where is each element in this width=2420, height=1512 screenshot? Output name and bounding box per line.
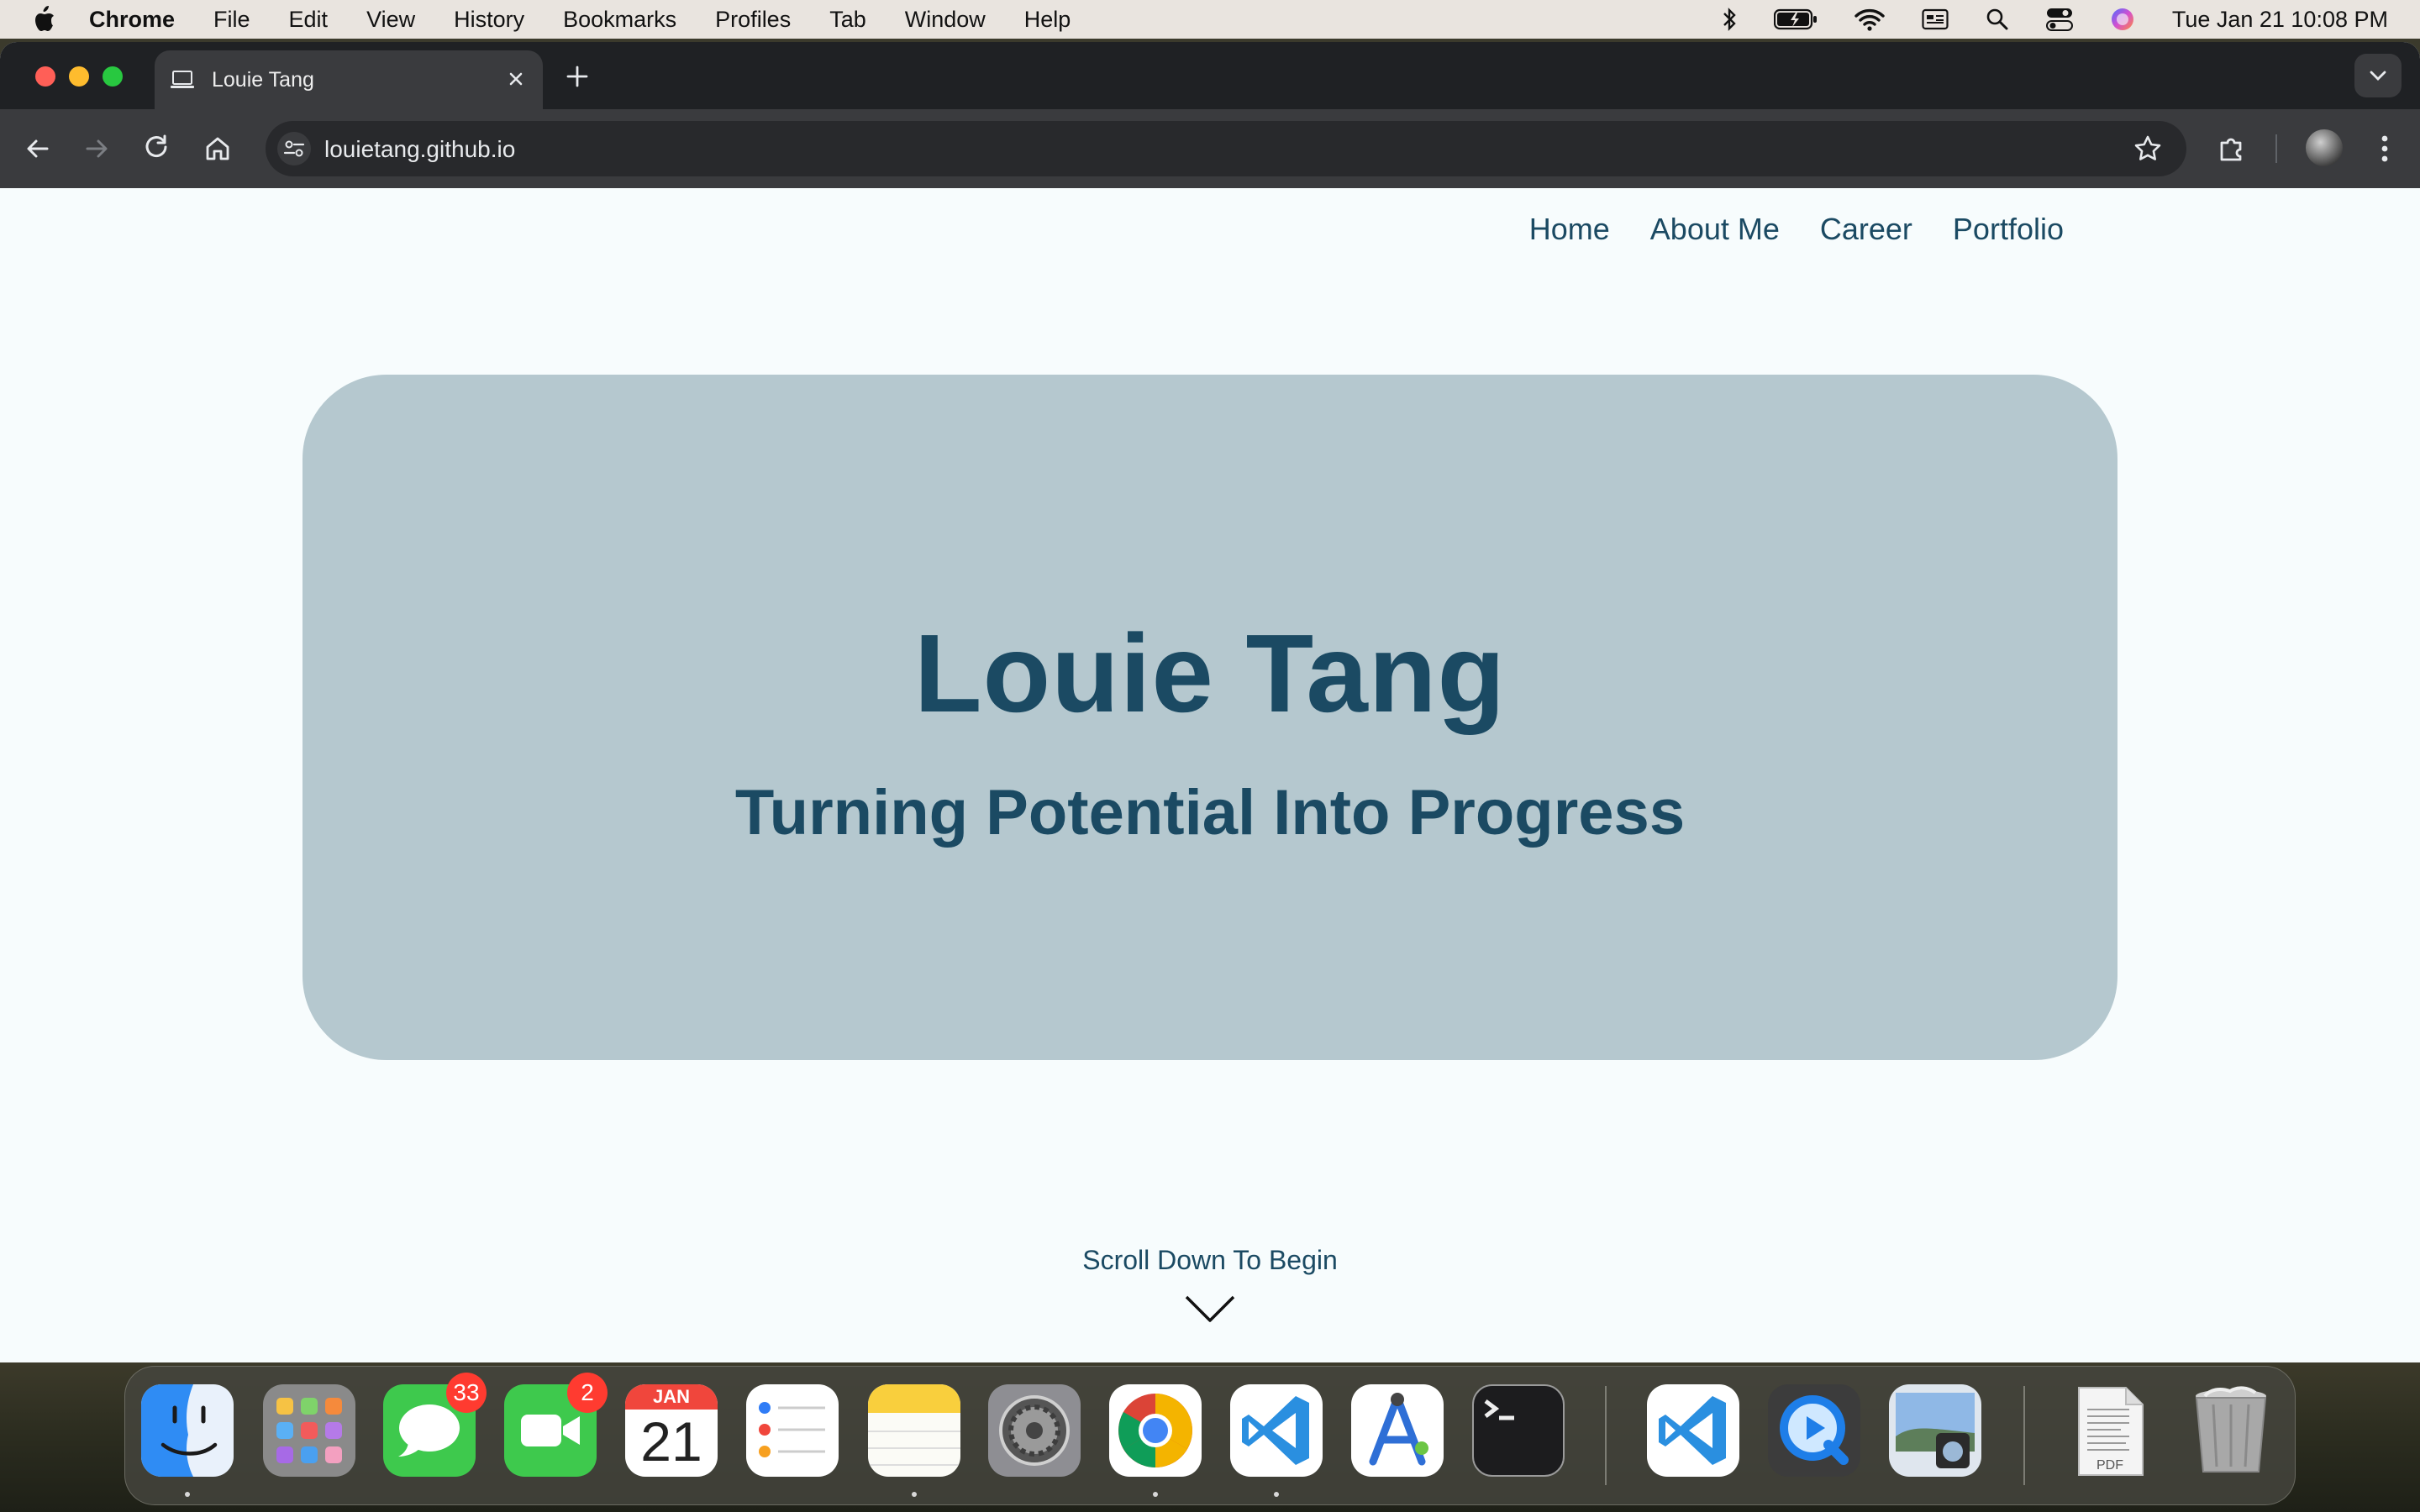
close-window-button[interactable] bbox=[35, 66, 55, 87]
nav-portfolio[interactable]: Portfolio bbox=[1953, 212, 2064, 247]
web-page: Home About Me Career Portfolio Louie Tan… bbox=[0, 188, 2420, 1362]
chevron-down-icon bbox=[2370, 71, 2386, 81]
pdf-document-icon[interactable]: PDF bbox=[2064, 1384, 2156, 1477]
minimize-window-button[interactable] bbox=[69, 66, 89, 87]
quicktime-icon[interactable] bbox=[1768, 1384, 1860, 1477]
menu-history[interactable]: History bbox=[454, 7, 524, 33]
nav-about-me[interactable]: About Me bbox=[1650, 212, 1780, 247]
display-icon[interactable] bbox=[1922, 8, 1949, 30]
back-arrow-icon[interactable] bbox=[22, 133, 54, 165]
address-bar[interactable]: louietang.github.io bbox=[266, 121, 2186, 176]
apple-menu-icon[interactable] bbox=[32, 5, 55, 34]
extensions-puzzle-icon[interactable] bbox=[2215, 133, 2247, 165]
terminal-icon[interactable] bbox=[1472, 1384, 1565, 1477]
laptop-favicon-icon bbox=[171, 71, 194, 88]
home-icon[interactable] bbox=[202, 133, 234, 165]
menubar-clock[interactable]: Tue Jan 21 10:08 PM bbox=[2172, 7, 2388, 33]
notes-icon[interactable] bbox=[868, 1384, 960, 1477]
reminders-icon[interactable] bbox=[746, 1384, 839, 1477]
wifi-icon[interactable] bbox=[1854, 8, 1885, 31]
hero-title: Louie Tang bbox=[913, 612, 1507, 735]
calendar-icon[interactable]: JAN 21 bbox=[625, 1384, 718, 1477]
system-settings-icon[interactable] bbox=[988, 1384, 1081, 1477]
pdf-label: PDF bbox=[2096, 1458, 2123, 1473]
tab-strip: Louie Tang bbox=[0, 42, 2420, 109]
running-indicator bbox=[185, 1492, 190, 1497]
tab-title: Louie Tang bbox=[212, 67, 314, 92]
hero-subtitle: Turning Potential Into Progress bbox=[734, 777, 1686, 848]
close-tab-icon[interactable] bbox=[504, 67, 528, 91]
menu-profiles[interactable]: Profiles bbox=[715, 7, 791, 33]
control-center-icon[interactable] bbox=[2045, 8, 2073, 31]
url-text[interactable]: louietang.github.io bbox=[324, 136, 515, 163]
calendar-day: 21 bbox=[640, 1410, 702, 1473]
browser-window: Louie Tang louietang.github.io Home Abou… bbox=[0, 42, 2420, 1362]
menu-bookmarks[interactable]: Bookmarks bbox=[563, 7, 676, 33]
instruments-icon[interactable] bbox=[1351, 1384, 1444, 1477]
dock-divider bbox=[1605, 1386, 1607, 1485]
macos-menu-bar: Chrome File Edit View History Bookmarks … bbox=[0, 0, 2420, 39]
site-nav: Home About Me Career Portfolio bbox=[1489, 212, 2064, 247]
profile-avatar[interactable] bbox=[2306, 129, 2343, 166]
chrome-app-icon[interactable] bbox=[1109, 1384, 1202, 1477]
facetime-badge: 2 bbox=[567, 1373, 608, 1413]
menu-window[interactable]: Window bbox=[905, 7, 986, 33]
nav-home[interactable]: Home bbox=[1529, 212, 1610, 247]
menubar-status-area: Tue Jan 21 10:08 PM bbox=[1685, 0, 2388, 39]
running-indicator bbox=[912, 1492, 917, 1497]
forward-arrow-icon[interactable] bbox=[81, 133, 113, 165]
menu-help[interactable]: Help bbox=[1024, 7, 1071, 33]
bookmark-star-icon[interactable] bbox=[2133, 134, 2163, 164]
dock-divider bbox=[2023, 1386, 2025, 1485]
chrome-menu-icon[interactable] bbox=[2371, 133, 2398, 165]
browser-toolbar: louietang.github.io bbox=[0, 109, 2420, 188]
reload-icon[interactable] bbox=[141, 133, 173, 165]
battery-icon[interactable] bbox=[1773, 8, 1818, 30]
menu-edit[interactable]: Edit bbox=[289, 7, 329, 33]
site-info-icon[interactable] bbox=[277, 132, 311, 165]
menu-view[interactable]: View bbox=[366, 7, 415, 33]
new-tab-icon[interactable] bbox=[563, 62, 592, 91]
spotlight-icon[interactable] bbox=[1986, 8, 2009, 31]
menu-tab[interactable]: Tab bbox=[829, 7, 866, 33]
menu-file[interactable]: File bbox=[213, 7, 250, 33]
vscode-recent-icon[interactable] bbox=[1647, 1384, 1739, 1477]
vscode-icon[interactable] bbox=[1230, 1384, 1323, 1477]
scroll-down-label[interactable]: Scroll Down To Begin bbox=[0, 1245, 2420, 1276]
trash-icon[interactable] bbox=[2185, 1384, 2277, 1477]
tab-search-button[interactable] bbox=[2354, 54, 2402, 97]
running-indicator bbox=[1153, 1492, 1158, 1497]
menu-app-chrome[interactable]: Chrome bbox=[89, 7, 175, 33]
zoom-window-button[interactable] bbox=[103, 66, 123, 87]
bluetooth-icon[interactable] bbox=[1722, 7, 1737, 32]
calendar-month: JAN bbox=[652, 1386, 690, 1407]
siri-icon[interactable] bbox=[2110, 7, 2135, 32]
hero-card: Louie Tang Turning Potential Into Progre… bbox=[302, 375, 2118, 1060]
preview-icon[interactable] bbox=[1889, 1384, 1981, 1477]
tab-louie-tang[interactable]: Louie Tang bbox=[155, 50, 543, 109]
chevron-down-icon[interactable] bbox=[1185, 1294, 1235, 1324]
running-indicator bbox=[1274, 1492, 1279, 1497]
launchpad-icon[interactable] bbox=[263, 1384, 355, 1477]
toolbar-divider bbox=[2275, 134, 2277, 163]
nav-career[interactable]: Career bbox=[1820, 212, 1912, 247]
messages-badge: 33 bbox=[446, 1373, 487, 1413]
finder-icon[interactable] bbox=[141, 1384, 234, 1477]
